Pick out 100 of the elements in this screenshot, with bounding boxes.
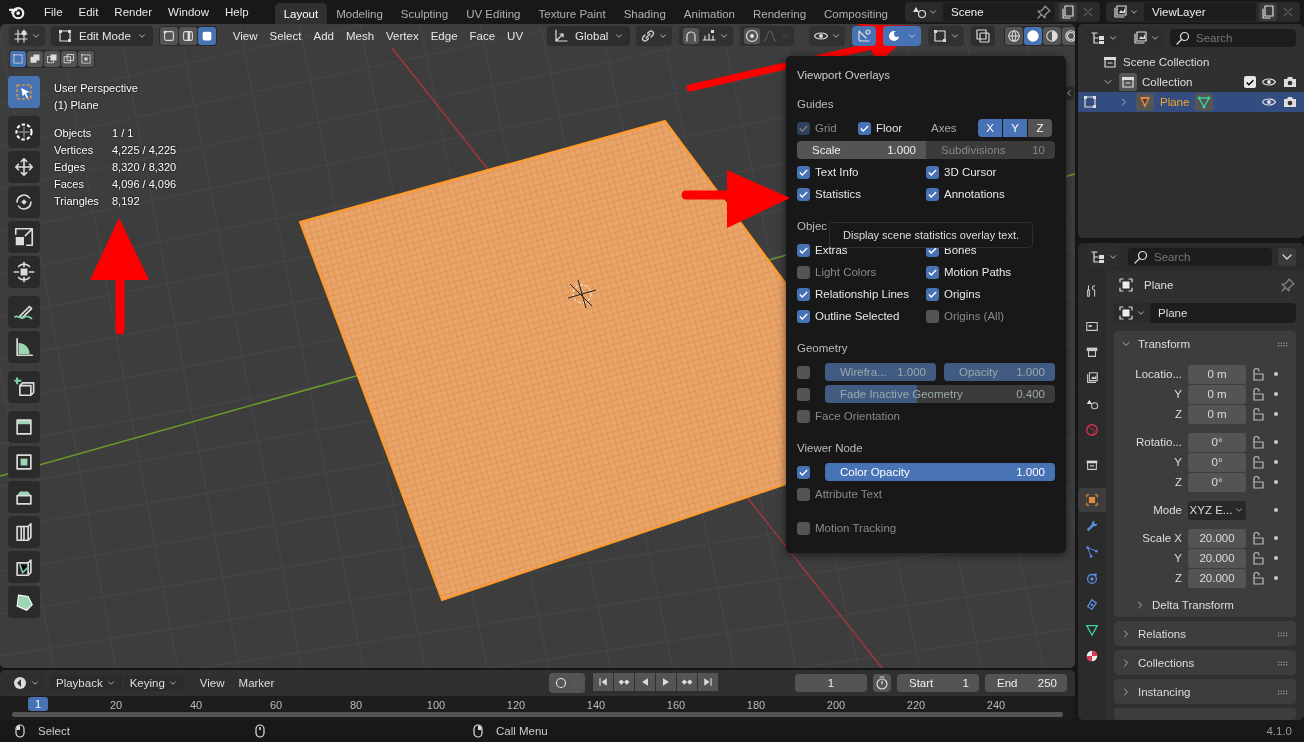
checkbox[interactable]: 3D Cursor <box>926 165 1055 179</box>
caret-icon[interactable] <box>928 7 938 17</box>
rotate-tool-icon[interactable] <box>8 186 40 218</box>
caret-icon[interactable] <box>1108 33 1118 43</box>
link-icon[interactable] <box>640 28 657 44</box>
checkbox[interactable]: Floor <box>858 121 931 135</box>
render-shading-icon[interactable] <box>1062 27 1075 45</box>
menu-item[interactable]: View <box>193 675 231 691</box>
checkbox[interactable]: Origins (All) <box>926 309 1055 323</box>
keyframe-dot[interactable] <box>1274 412 1278 416</box>
axis-toggle[interactable]: Z <box>1028 119 1052 137</box>
tree-item[interactable]: Collection <box>1142 76 1193 88</box>
checkbox[interactable]: Motion Tracking <box>797 521 931 535</box>
keyframe-dot[interactable] <box>1274 392 1278 396</box>
lock-icon[interactable] <box>1250 366 1266 382</box>
loop-cut-tool-icon[interactable] <box>8 516 40 548</box>
panel-title[interactable]: Collections <box>1138 656 1195 669</box>
caret-icon[interactable] <box>950 31 961 41</box>
lock-icon[interactable] <box>1250 530 1266 546</box>
menu-item[interactable]: Marker <box>232 675 281 691</box>
caret-icon[interactable] <box>614 31 625 41</box>
workspace-tab[interactable]: Layout <box>274 3 328 24</box>
checkbox[interactable] <box>1244 76 1256 88</box>
play-icon[interactable] <box>656 673 677 691</box>
bevel-tool-icon[interactable] <box>8 481 40 513</box>
number-field[interactable]: 20.000 <box>1188 548 1246 568</box>
mode-dropdown[interactable]: Edit Mode <box>51 26 153 46</box>
proportional-icon[interactable] <box>744 28 761 44</box>
checkbox[interactable]: Annotations <box>926 187 1055 201</box>
material-shading-icon[interactable] <box>1043 27 1062 45</box>
checkbox[interactable]: Text Info <box>797 165 926 179</box>
clock-dial-icon[interactable] <box>12 675 28 691</box>
menu-item[interactable]: Vertex <box>380 30 425 42</box>
checkbox[interactable]: Attribute Text <box>797 487 931 501</box>
jump-start-icon[interactable] <box>593 673 614 691</box>
tree-row[interactable]: Plane <box>1078 92 1304 112</box>
menu-item[interactable]: Add <box>307 30 340 42</box>
caret-icon[interactable] <box>1108 252 1118 262</box>
workspace-tab[interactable]: Modeling <box>327 3 392 24</box>
number-field[interactable]: 0 m <box>1188 364 1246 384</box>
inset-tool-icon[interactable] <box>8 446 40 478</box>
object-tab-icon[interactable] <box>1078 488 1106 512</box>
search-field[interactable]: Search <box>1128 248 1272 266</box>
slider[interactable]: Color Opacity 1.000 <box>825 463 1055 481</box>
workspace-tab[interactable]: Compositing <box>815 3 897 24</box>
menu-item[interactable]: Render <box>106 6 161 18</box>
checkbox[interactable]: Statistics <box>797 187 926 201</box>
keyframe-dot[interactable] <box>1274 480 1278 484</box>
layers-icon[interactable] <box>1132 30 1148 46</box>
solid-shading-icon[interactable] <box>1024 27 1043 45</box>
menu-item[interactable]: Window <box>160 6 217 18</box>
workspace-tab[interactable]: Texture Paint <box>529 3 615 24</box>
menu-item[interactable]: Mesh <box>339 30 381 42</box>
intersect-selection-icon[interactable] <box>78 51 94 67</box>
scale-tool-icon[interactable] <box>8 221 40 253</box>
face-select-icon[interactable] <box>197 27 216 45</box>
editor-type-button[interactable] <box>9 26 45 46</box>
current-frame-field[interactable]: 1 <box>795 674 867 692</box>
menu-item[interactable]: Help <box>217 6 257 18</box>
number-field[interactable]: 20.000 <box>1188 568 1246 588</box>
checkbox[interactable] <box>797 387 810 401</box>
camera-icon[interactable] <box>1282 74 1298 90</box>
lock-icon[interactable] <box>1250 550 1266 566</box>
edge-select-icon[interactable] <box>178 27 197 45</box>
search-field[interactable]: Search <box>1170 29 1296 47</box>
number-field[interactable]: 0° <box>1188 472 1246 492</box>
properties-editor-icon[interactable] <box>1090 249 1106 265</box>
add-cube-tool-icon[interactable] <box>8 371 40 403</box>
new-selection-icon[interactable] <box>10 51 26 67</box>
workspace-tab[interactable]: Animation <box>674 3 744 24</box>
number-field[interactable]: Scale 1.000 <box>797 141 926 159</box>
end-frame-field[interactable]: End 250 <box>985 674 1067 692</box>
orientation-dropdown[interactable]: Global <box>547 26 631 46</box>
menu-dropdown[interactable]: Keying <box>123 675 184 691</box>
checkbox[interactable]: Face Orientation <box>797 409 931 423</box>
panel-title[interactable]: Transform <box>1138 337 1190 350</box>
next-keyframe-icon[interactable] <box>677 673 698 691</box>
grid-icon[interactable] <box>13 28 29 44</box>
axis-toggle[interactable]: X <box>978 119 1002 137</box>
axis-toggle[interactable]: Y <box>1003 119 1027 137</box>
caret-icon[interactable] <box>136 31 147 41</box>
caret-icon[interactable] <box>719 31 730 41</box>
keyframe-dot[interactable] <box>1274 460 1278 464</box>
name-field[interactable]: Plane <box>1150 307 1188 319</box>
invert-selection-icon[interactable] <box>61 51 77 67</box>
workspace-tab[interactable]: Sculpting <box>391 3 458 24</box>
number-field[interactable]: 0 m <box>1188 404 1246 424</box>
gizmo-toggle-icon[interactable] <box>852 26 877 46</box>
checkbox[interactable]: Outline Selected <box>797 309 926 323</box>
annotate-tool-icon[interactable] <box>8 296 40 328</box>
object-icon[interactable] <box>1118 305 1134 321</box>
lock-icon[interactable] <box>1250 454 1266 470</box>
stopwatch-icon[interactable] <box>873 674 891 692</box>
copy-icon[interactable] <box>1059 3 1077 21</box>
start-frame-field[interactable]: Start 1 <box>897 674 979 692</box>
number-field[interactable]: 0° <box>1188 452 1246 472</box>
checkbox[interactable] <box>797 465 810 479</box>
menu-item[interactable]: Select <box>263 30 308 42</box>
lock-icon[interactable] <box>1250 386 1266 402</box>
subtract-selection-icon[interactable] <box>44 51 60 67</box>
